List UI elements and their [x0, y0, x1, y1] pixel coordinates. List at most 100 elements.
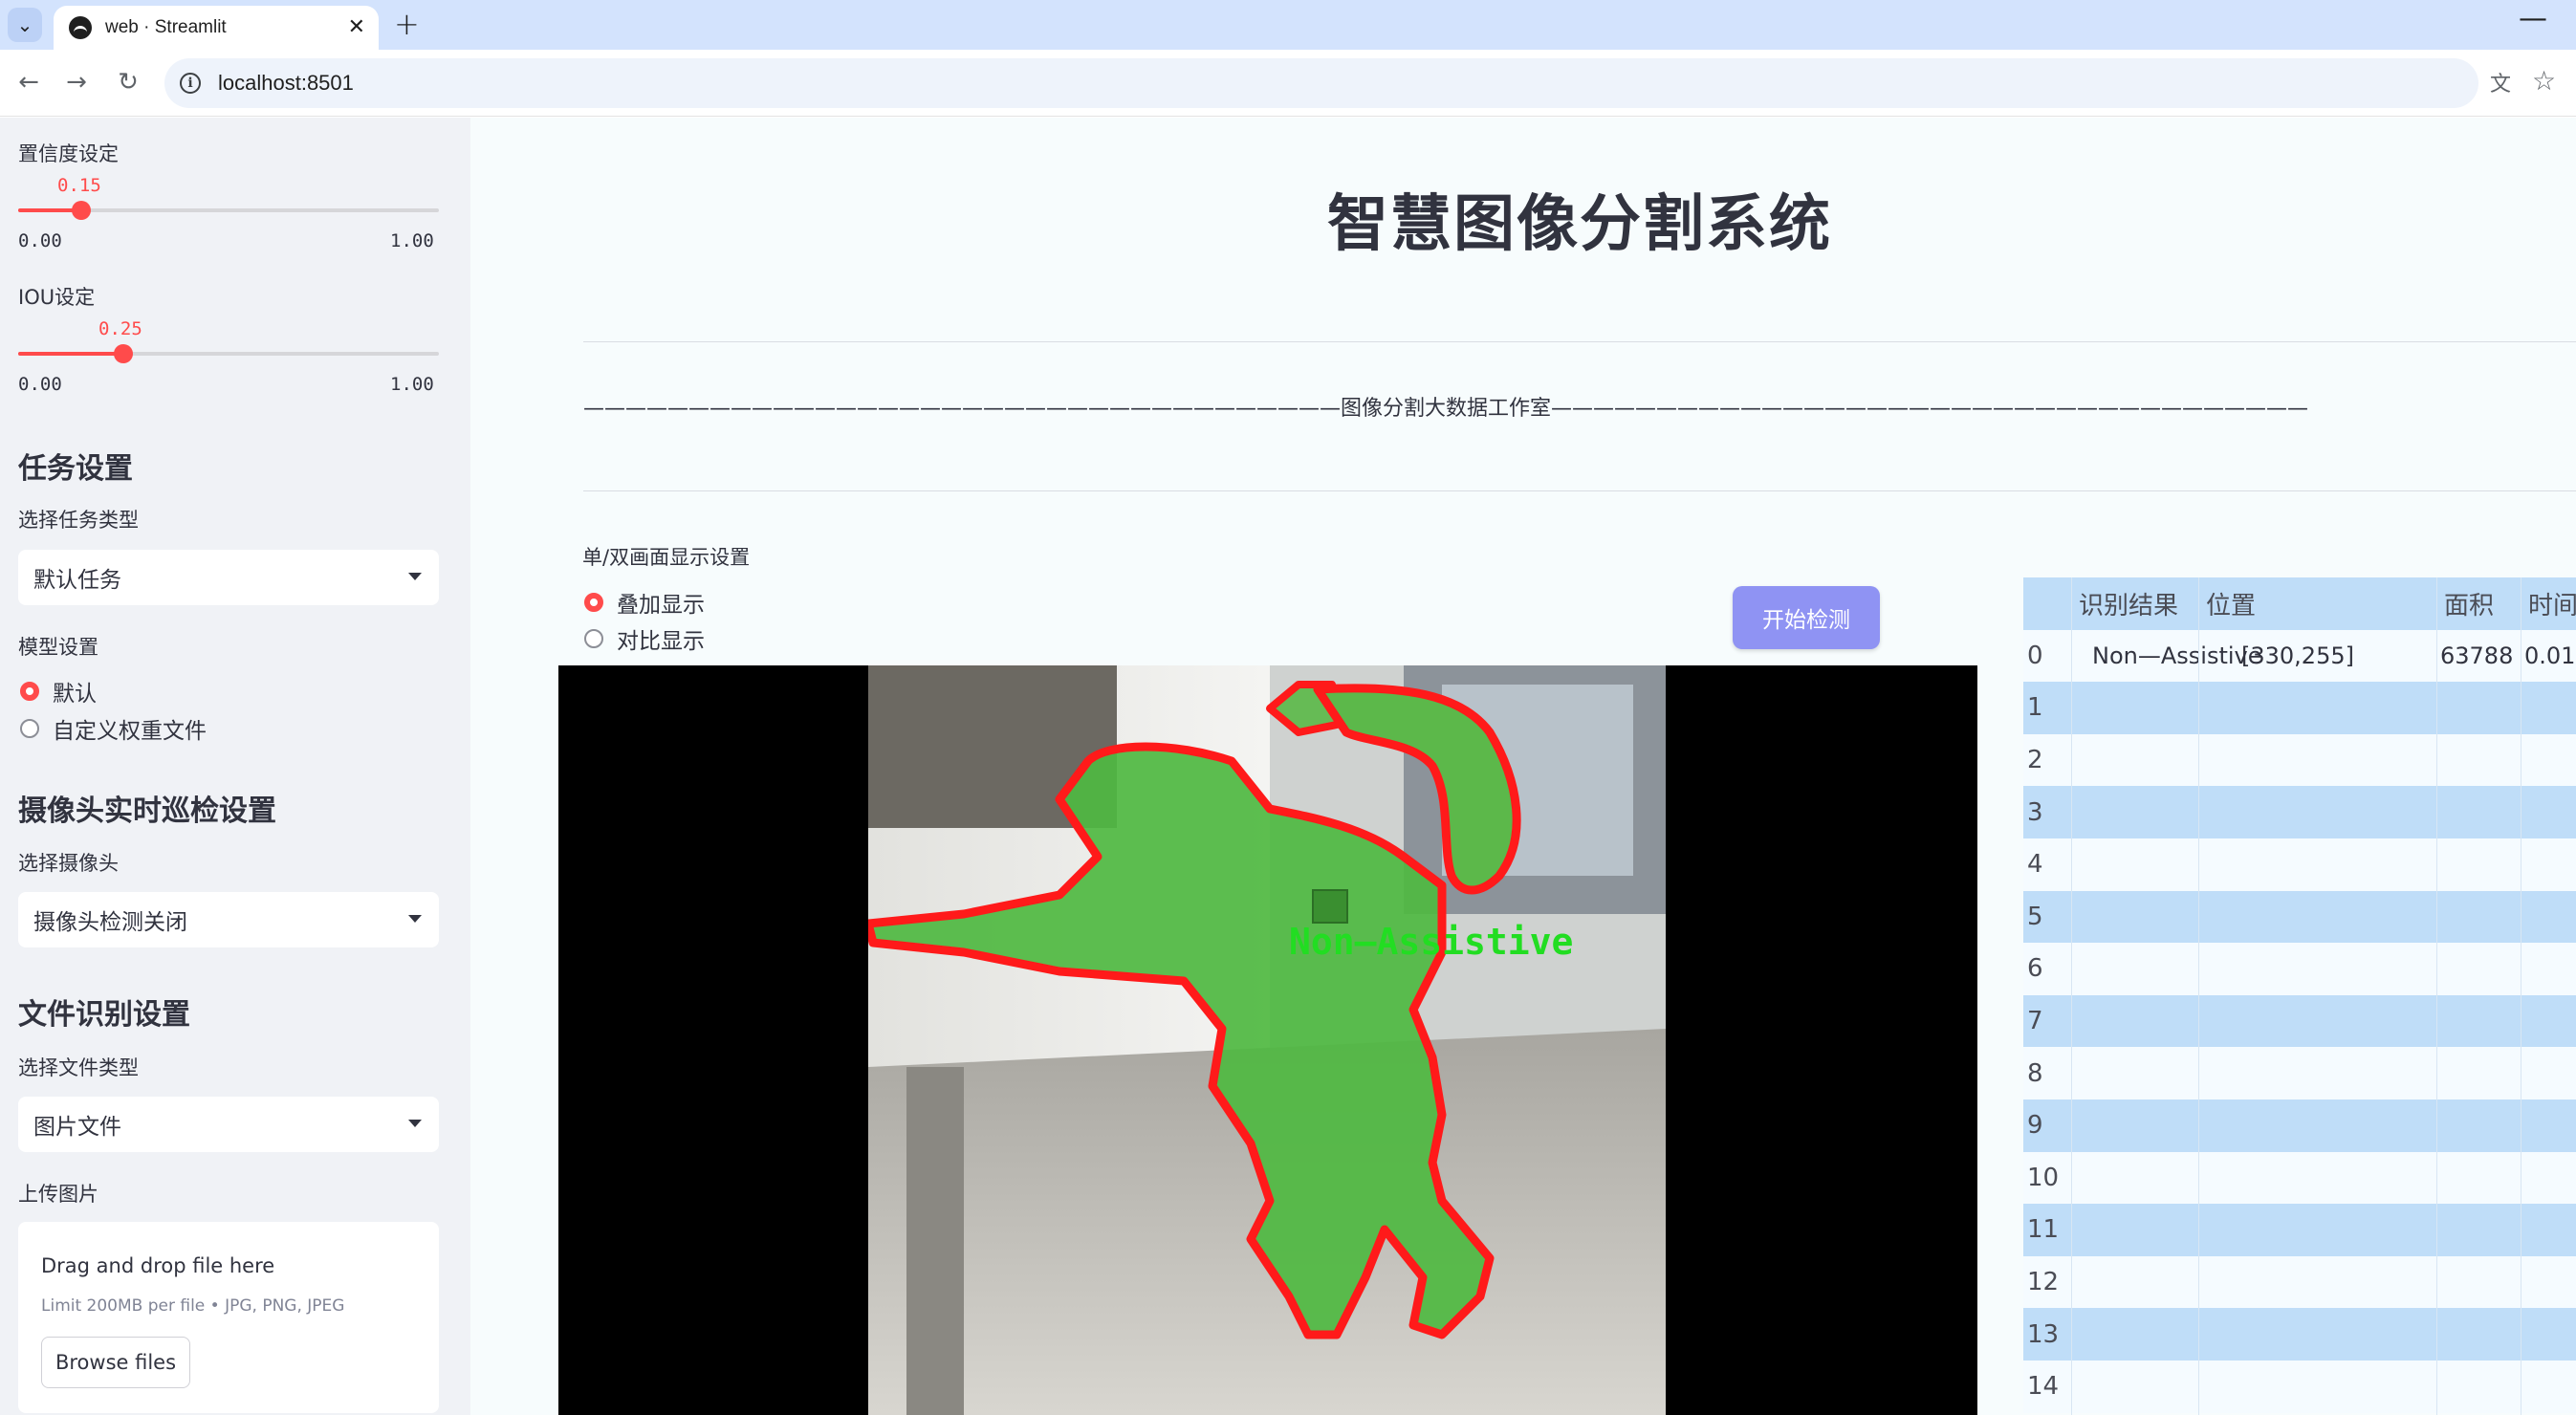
table-cell-position	[2241, 891, 2433, 944]
start-detection-button[interactable]: 开始检测	[1733, 586, 1880, 649]
address-bar: ← → ↻ i localhost:8501 ⽂ ☆	[0, 50, 2576, 117]
column-header[interactable]: 位置	[2206, 577, 2436, 630]
confidence-max: 1.00	[390, 230, 434, 251]
table-cell-index: 3	[2027, 797, 2043, 827]
file-type-select[interactable]: 图片文件	[18, 1097, 439, 1152]
table-cell-index: 5	[2027, 902, 2043, 931]
table-cell-area	[2440, 1361, 2524, 1413]
file-dropzone[interactable]: Drag and drop file here Limit 200MB per …	[18, 1222, 439, 1413]
table-cell-time: 0.01	[2524, 642, 2576, 669]
table-cell-area	[2440, 1099, 2524, 1152]
table-cell-area	[2440, 1308, 2524, 1361]
column-header[interactable]: 时间	[2528, 577, 2576, 630]
forward-icon[interactable]: →	[57, 63, 96, 101]
table-cell-index: 10	[2027, 1163, 2060, 1192]
iou-value: 0.25	[98, 318, 142, 339]
back-icon[interactable]: ←	[10, 63, 48, 101]
display-mode-overlay[interactable]: 叠加显示	[584, 586, 705, 619]
table-row[interactable]: 10	[2023, 1151, 2576, 1205]
table-cell-index: 12	[2027, 1268, 2060, 1297]
translate-icon[interactable]: ⽂	[2486, 67, 2515, 97]
chevron-down-icon	[408, 1120, 422, 1127]
table-header: 识别结果 位置 面积 时间	[2023, 577, 2576, 630]
close-icon[interactable]: ✕	[348, 15, 365, 39]
model-option-default[interactable]: 默认	[20, 675, 97, 708]
table-row[interactable]: 5	[2023, 890, 2576, 944]
model-option-custom[interactable]: 自定义权重文件	[20, 712, 207, 745]
table-cell-position	[2241, 1047, 2433, 1099]
table-row[interactable]: 13	[2023, 1308, 2576, 1361]
chevron-down-icon	[408, 573, 422, 580]
table-cell-index: 0	[2027, 641, 2043, 670]
table-row[interactable]: 12	[2023, 1255, 2576, 1309]
table-row[interactable]: 14	[2023, 1361, 2576, 1413]
table-row[interactable]: 4	[2023, 838, 2576, 891]
table-cell-index: 4	[2027, 850, 2043, 880]
table-cell-position	[2241, 1361, 2433, 1413]
table-cell-time	[2524, 1308, 2576, 1361]
streamlit-icon	[69, 16, 92, 39]
browse-files-button[interactable]: Browse files	[41, 1337, 190, 1388]
table-cell-area	[2440, 1152, 2524, 1205]
url-field[interactable]: i localhost:8501	[164, 58, 2478, 108]
info-icon[interactable]: i	[180, 73, 201, 94]
tab-title: web · Streamlit	[105, 17, 227, 37]
iou-slider[interactable]	[18, 344, 439, 363]
radio-unselected-icon[interactable]	[20, 719, 39, 738]
table-row[interactable]: 1	[2023, 682, 2576, 734]
task-type-label: 选择任务类型	[18, 509, 139, 532]
column-header[interactable]: 识别结果	[2079, 577, 2198, 630]
table-cell-index: 8	[2027, 1058, 2043, 1088]
table-cell-index: 6	[2027, 954, 2043, 984]
confidence-label: 置信度设定	[18, 142, 119, 165]
table-cell-time	[2524, 1361, 2576, 1413]
table-row[interactable]: 9	[2023, 1099, 2576, 1152]
column-header[interactable]	[2031, 577, 2071, 630]
table-row[interactable]: 3	[2023, 786, 2576, 838]
star-icon[interactable]: ☆	[2532, 65, 2556, 97]
chevron-down-icon	[408, 915, 422, 923]
main-content: 智慧图像分割系统 ———————————————————————————————…	[470, 118, 2576, 1415]
column-divider	[2198, 577, 2199, 1415]
browser-tab[interactable]: web · Streamlit ✕	[54, 6, 379, 50]
table-row[interactable]: 8	[2023, 1047, 2576, 1099]
table-cell-index: 7	[2027, 1007, 2043, 1036]
minimize-icon[interactable]: —	[2519, 2, 2547, 35]
table-cell-position	[2241, 786, 2433, 838]
table-cell-time	[2524, 1152, 2576, 1205]
results-table[interactable]: 识别结果 位置 面积 时间 0 Non—Assistive [330,255] 63788 0.…	[2023, 577, 2576, 1415]
radio-selected-icon[interactable]	[20, 682, 39, 701]
task-type-select[interactable]: 默认任务	[18, 550, 439, 605]
confidence-slider-thumb[interactable]	[72, 201, 91, 220]
iou-slider-thumb[interactable]	[114, 344, 133, 363]
table-row[interactable]: 7	[2023, 994, 2576, 1048]
display-mode-compare[interactable]: 对比显示	[584, 622, 705, 655]
table-cell-area	[2440, 995, 2524, 1048]
confidence-slider[interactable]	[18, 201, 439, 220]
table-cell-position	[2241, 1152, 2433, 1205]
chevron-down-icon[interactable]: ⌄	[8, 8, 42, 42]
file-settings-heading: 文件识别设置	[18, 998, 190, 1032]
table-cell-position	[2241, 1256, 2433, 1309]
task-settings-heading: 任务设置	[18, 452, 133, 486]
column-header[interactable]: 面积	[2444, 577, 2521, 630]
radio-selected-icon[interactable]	[584, 593, 603, 612]
camera-select[interactable]: 摄像头检测关闭	[18, 892, 439, 947]
badge-shape	[1312, 889, 1348, 924]
table-row[interactable]: 11	[2023, 1204, 2576, 1256]
model-settings-label: 模型设置	[18, 636, 98, 659]
table-cell-time	[2524, 682, 2576, 734]
radio-unselected-icon[interactable]	[584, 629, 603, 648]
model-option-label: 自定义权重文件	[53, 719, 207, 744]
table-cell-time	[2524, 1047, 2576, 1099]
reload-icon[interactable]: ↻	[109, 63, 147, 101]
table-row[interactable]: 6	[2023, 943, 2576, 995]
file-type-value: 图片文件	[33, 1115, 121, 1140]
table-row[interactable]: 0 Non—Assistive [330,255] 63788 0.01	[2023, 629, 2576, 683]
plus-icon[interactable]: +	[394, 6, 420, 42]
dropzone-limit: Limit 200MB per file • JPG, PNG, JPEG	[41, 1296, 345, 1316]
table-cell-index: 9	[2027, 1111, 2043, 1141]
table-row[interactable]: 2	[2023, 733, 2576, 787]
table-cell-area	[2440, 891, 2524, 944]
table-cell-index: 2	[2027, 746, 2043, 775]
